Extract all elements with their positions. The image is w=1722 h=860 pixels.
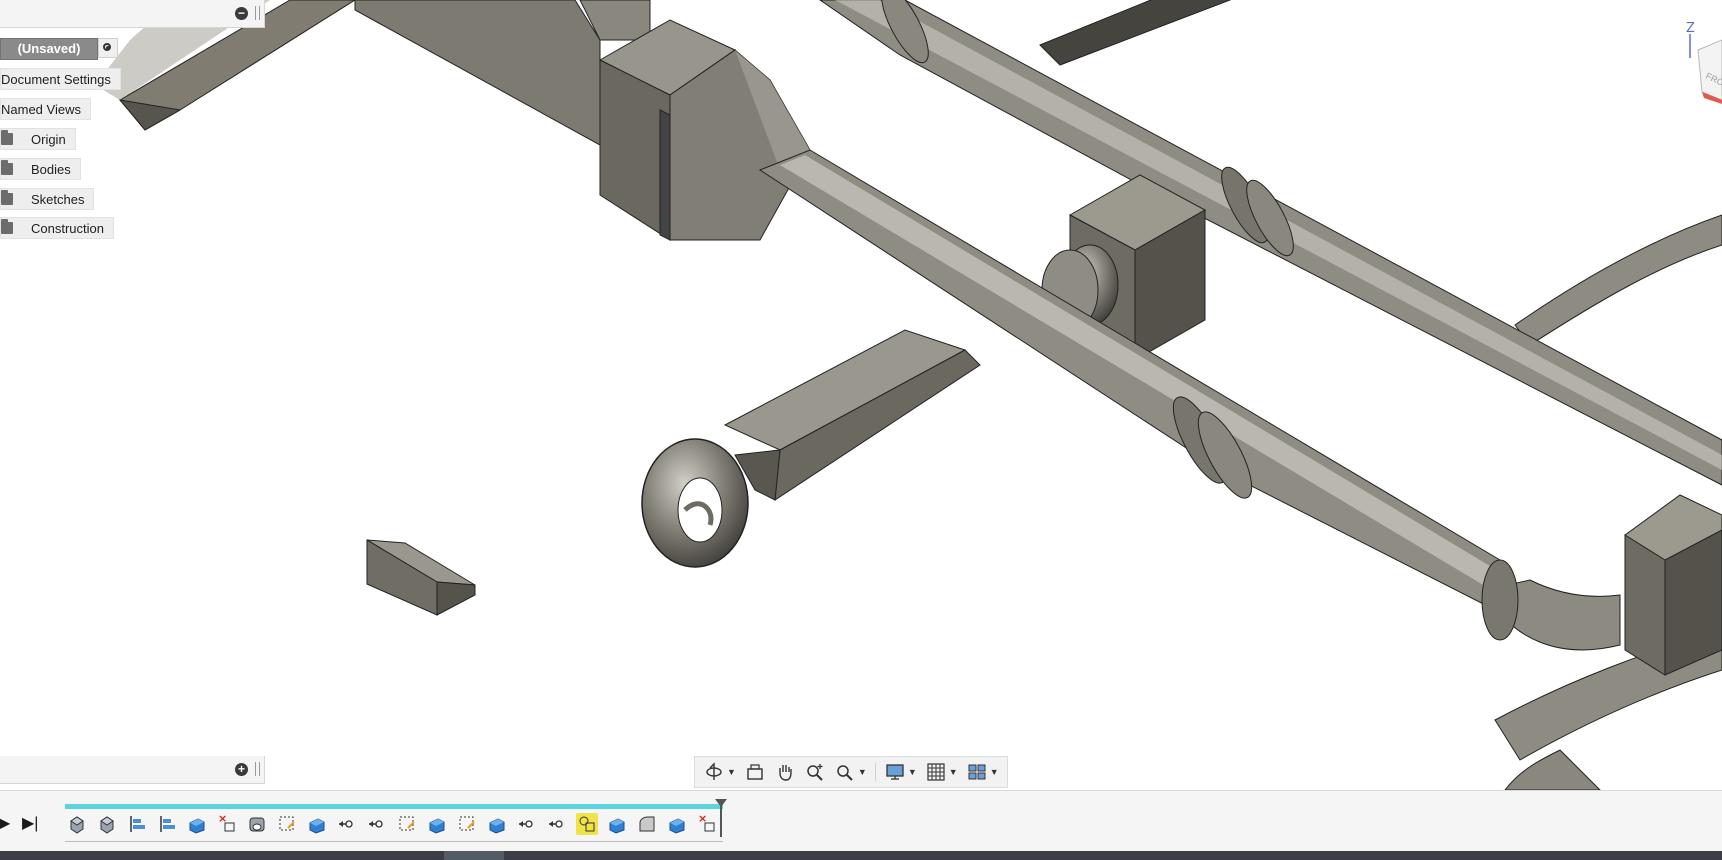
sketch-icon[interactable] xyxy=(396,813,418,835)
activate-component-icon[interactable] xyxy=(98,38,118,58)
body-icon[interactable] xyxy=(666,813,688,835)
chevron-down-icon[interactable]: ▼ xyxy=(727,767,736,777)
tree-item-named-views[interactable]: Named Views xyxy=(0,98,91,120)
bracket-arm-lower xyxy=(641,329,981,568)
wedge-part xyxy=(366,539,476,616)
chevron-down-icon[interactable]: ▼ xyxy=(858,767,867,777)
body-icon[interactable] xyxy=(186,813,208,835)
fillet-icon[interactable] xyxy=(636,813,658,835)
timeline-ruler xyxy=(65,835,723,842)
canvas-viewport[interactable]: Z FRONT xyxy=(0,0,1722,790)
minus-circle-icon[interactable]: − xyxy=(235,7,248,20)
tree-item-sketches[interactable]: Sketches xyxy=(0,188,95,210)
folder-icon xyxy=(1,190,13,205)
viewports-icon[interactable] xyxy=(964,760,990,784)
tree-item-label: Construction xyxy=(31,221,104,236)
mount-block-right xyxy=(1624,494,1722,676)
folder-icon xyxy=(1,160,13,175)
extrude-icon[interactable] xyxy=(96,813,118,835)
body-icon[interactable] xyxy=(306,813,328,835)
folder-icon xyxy=(1,219,13,234)
status-tab[interactable] xyxy=(444,851,504,860)
joint-icon[interactable] xyxy=(546,813,568,835)
sketch-align-icon[interactable] xyxy=(156,813,178,835)
document-status-badge[interactable]: (Unsaved) xyxy=(0,38,98,60)
timeline-marker[interactable] xyxy=(720,801,722,837)
viewcube-axis-z: Z xyxy=(1686,21,1695,36)
tree-item-label: Origin xyxy=(31,132,66,147)
delete-body-icon[interactable]: × xyxy=(696,812,718,835)
chevron-down-icon[interactable]: ▼ xyxy=(990,767,999,777)
joint-icon[interactable] xyxy=(366,813,388,835)
model-render[interactable] xyxy=(0,0,1722,790)
timeline: ▶ ▶| × × xyxy=(0,790,1722,851)
joint-icon[interactable] xyxy=(336,813,358,835)
folder-icon xyxy=(1,130,13,145)
tree-item-bodies[interactable]: Bodies xyxy=(0,158,81,180)
zoom-window-icon[interactable] xyxy=(832,760,858,784)
tree-item-label: Sketches xyxy=(31,192,85,207)
joint-icon[interactable] xyxy=(516,813,538,835)
tree-item-construction[interactable]: Construction xyxy=(0,217,114,239)
tree-item-label: Document Settings xyxy=(1,72,111,87)
combine-icon[interactable] xyxy=(576,813,598,835)
play-icon[interactable]: ▶ xyxy=(0,813,10,833)
revolve-icon[interactable] xyxy=(246,813,268,835)
go-to-end-icon[interactable]: ▶| xyxy=(22,813,38,833)
body-icon[interactable] xyxy=(426,813,448,835)
delete-body-icon[interactable]: × xyxy=(216,812,238,835)
look-at-icon[interactable] xyxy=(742,760,768,784)
sketch-align-icon[interactable] xyxy=(126,813,148,835)
chevron-down-icon[interactable]: ▼ xyxy=(949,767,958,777)
panel-grip[interactable] xyxy=(255,762,260,776)
reducer-block xyxy=(354,0,811,241)
zoom-icon[interactable] xyxy=(802,760,828,784)
tree-item-label: Named Views xyxy=(1,102,81,117)
browser-panel-header[interactable]: − xyxy=(0,0,265,28)
sketch-icon[interactable] xyxy=(276,813,298,835)
body-icon[interactable] xyxy=(606,813,628,835)
chevron-down-icon[interactable]: ▼ xyxy=(908,767,917,777)
body-icon[interactable] xyxy=(486,813,508,835)
toolbar-divider xyxy=(874,763,876,781)
tree-item-origin[interactable]: Origin xyxy=(0,128,76,150)
tree-item-document-settings[interactable]: Document Settings xyxy=(0,68,121,90)
panel-grip[interactable] xyxy=(255,6,260,20)
viewcube[interactable]: Z FRONT xyxy=(1680,18,1722,128)
navigation-toolbar: ▼ ▼ ▼ ▼ ▼ xyxy=(694,756,1008,788)
orbit-icon[interactable] xyxy=(701,760,727,784)
timeline-progress xyxy=(65,804,723,809)
display-settings-icon[interactable] xyxy=(882,760,908,784)
extrude-icon[interactable] xyxy=(66,813,88,835)
status-bar xyxy=(0,851,1722,860)
pan-icon[interactable] xyxy=(772,760,798,784)
tree-item-label: Bodies xyxy=(31,162,71,177)
plus-circle-icon[interactable]: + xyxy=(235,763,248,776)
comments-panel-header[interactable]: + xyxy=(0,756,265,784)
sketch-icon[interactable] xyxy=(456,813,478,835)
grid-icon[interactable] xyxy=(923,760,949,784)
